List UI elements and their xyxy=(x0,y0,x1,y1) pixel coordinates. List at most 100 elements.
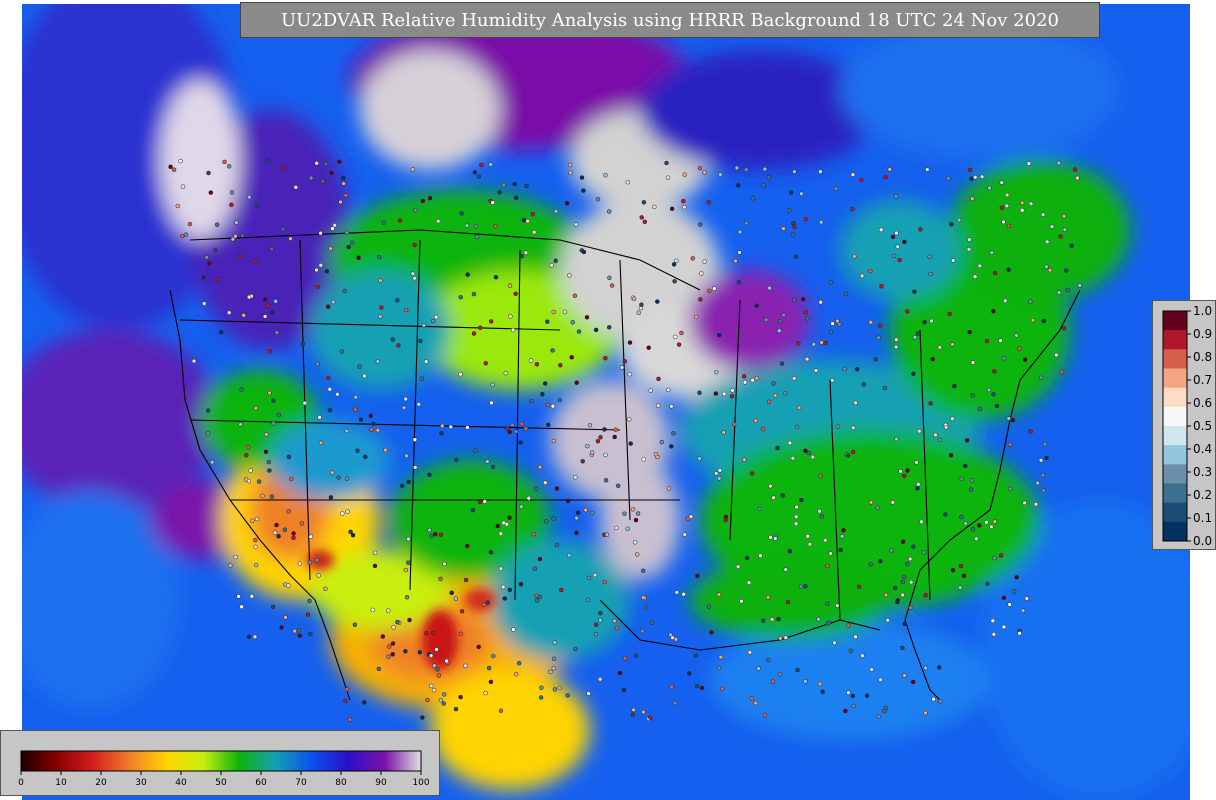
station-dot xyxy=(477,325,483,331)
station-dot xyxy=(327,407,333,413)
station-dot xyxy=(690,256,696,261)
station-dot xyxy=(454,457,459,463)
station-dot xyxy=(765,595,771,600)
station-dot xyxy=(1007,602,1012,607)
station-dot xyxy=(187,221,193,227)
rh-colorbar-tick-label: 50 xyxy=(215,778,227,788)
station-dot xyxy=(403,649,408,654)
station-dot xyxy=(682,172,687,177)
station-dot xyxy=(743,167,749,172)
station-dot xyxy=(430,318,436,324)
station-dot xyxy=(471,291,477,297)
station-dot xyxy=(510,422,515,428)
station-dot xyxy=(490,464,496,470)
station-dot xyxy=(1059,369,1065,375)
station-dot xyxy=(343,192,349,198)
station-dot xyxy=(869,667,874,672)
station-dot xyxy=(602,427,607,432)
station-dot xyxy=(760,426,766,432)
station-dot xyxy=(521,217,527,223)
station-dot xyxy=(263,297,268,302)
station-dot xyxy=(226,164,232,169)
station-dot xyxy=(963,521,968,526)
station-dot xyxy=(543,480,548,485)
station-dot xyxy=(539,685,544,691)
station-dot xyxy=(901,539,906,544)
station-dot xyxy=(1010,417,1016,423)
station-dot xyxy=(551,309,556,315)
station-dot xyxy=(625,179,631,185)
station-dot xyxy=(674,590,680,595)
station-dot xyxy=(937,437,943,443)
station-dot xyxy=(498,566,504,571)
station-dot xyxy=(534,598,540,603)
station-dot xyxy=(606,325,612,330)
station-dot xyxy=(873,356,878,362)
station-dot xyxy=(532,566,538,571)
station-dot xyxy=(243,477,249,482)
station-dot xyxy=(410,271,416,276)
station-dot xyxy=(640,628,645,634)
station-dot xyxy=(679,330,684,336)
humidity-field xyxy=(22,4,1190,800)
station-dot xyxy=(787,208,792,213)
station-colorbar-swatch xyxy=(1163,406,1187,427)
station-dot xyxy=(209,459,215,465)
station-dot xyxy=(905,561,910,567)
station-dot xyxy=(481,602,487,607)
station-dot xyxy=(368,413,374,419)
station-dot xyxy=(433,532,438,537)
station-dot xyxy=(762,166,768,172)
station-dot xyxy=(1017,631,1022,636)
station-dot xyxy=(914,460,919,465)
station-dot xyxy=(315,361,320,367)
station-dot xyxy=(998,553,1004,558)
station-dot xyxy=(253,537,258,543)
station-dot xyxy=(699,685,705,691)
station-dot xyxy=(529,398,534,404)
station-dot xyxy=(573,646,578,652)
station-dot xyxy=(843,291,849,297)
station-dot xyxy=(671,262,677,267)
station-dot xyxy=(485,600,491,605)
station-dot xyxy=(390,652,396,657)
station-dot xyxy=(346,244,351,250)
station-dot xyxy=(513,291,518,297)
station-dot xyxy=(271,398,276,403)
station-dot xyxy=(779,361,785,366)
station-dot xyxy=(489,400,494,406)
station-dot xyxy=(228,563,233,568)
station-dot xyxy=(416,402,422,407)
station-dot xyxy=(771,495,776,500)
station-dot xyxy=(630,507,636,512)
station-dot xyxy=(672,700,678,706)
station-dot xyxy=(839,534,845,539)
station-dot xyxy=(307,598,312,604)
station-dot xyxy=(735,564,741,569)
station-dot xyxy=(649,620,655,625)
station-dot xyxy=(718,654,724,660)
station-dot xyxy=(892,585,898,591)
station-dot xyxy=(387,644,392,649)
station-dot xyxy=(1017,346,1022,351)
station-dot xyxy=(681,592,686,597)
station-dot xyxy=(819,514,825,519)
station-dot xyxy=(959,514,964,520)
station-dot xyxy=(498,708,504,713)
station-dot xyxy=(595,196,601,202)
station-dot xyxy=(717,468,723,473)
humidity-map[interactable] xyxy=(0,0,1216,800)
station-dot xyxy=(976,523,982,528)
station-dot xyxy=(376,254,382,260)
station-dot xyxy=(835,424,841,429)
station-dot xyxy=(410,167,416,172)
station-dot xyxy=(758,553,763,558)
station-dot xyxy=(431,687,437,693)
station-dot xyxy=(260,493,265,499)
station-dot xyxy=(201,275,206,280)
station-dot xyxy=(342,288,347,294)
station-dot xyxy=(465,272,470,277)
station-dot xyxy=(868,562,873,567)
station-dot xyxy=(602,579,608,585)
station-dot xyxy=(991,392,996,397)
